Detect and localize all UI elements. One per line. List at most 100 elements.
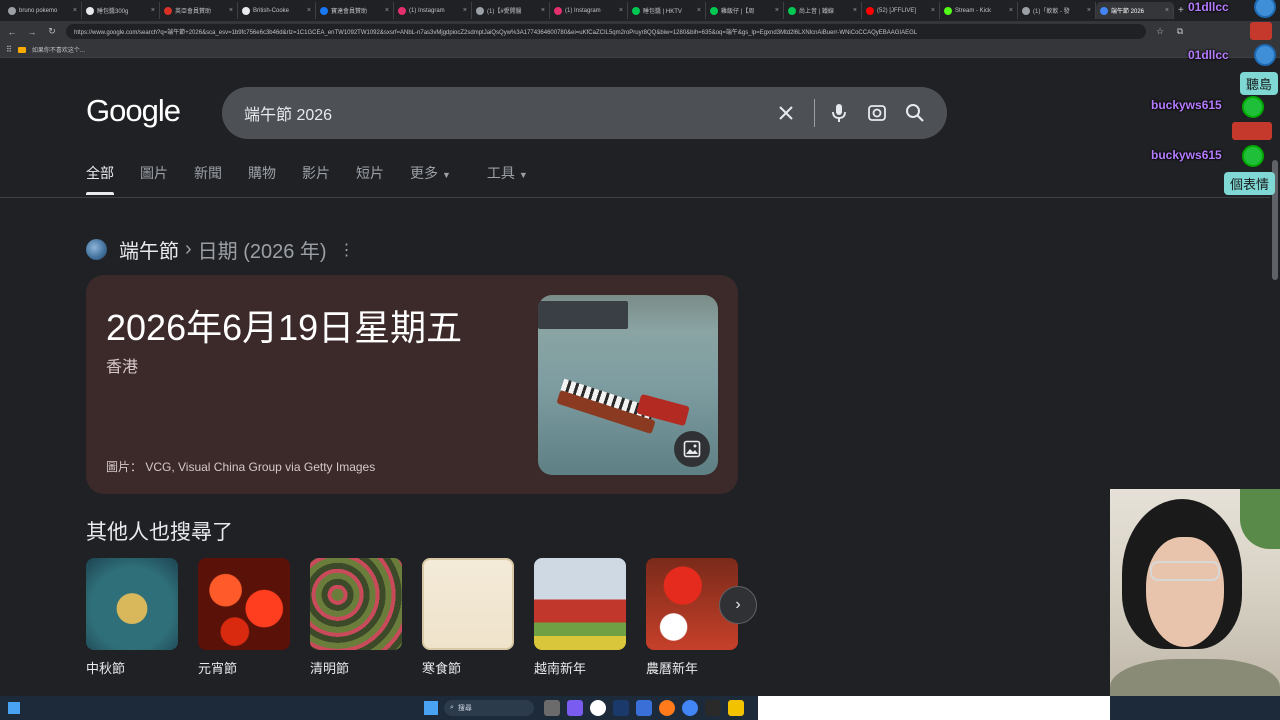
related-item-tet[interactable]: 越南新年 (534, 558, 626, 677)
tab-videos[interactable]: 影片 (302, 163, 330, 195)
close-tab-icon[interactable]: × (853, 7, 857, 14)
more-options-icon[interactable]: ⋮ (339, 240, 355, 260)
folder-icon (17, 46, 26, 53)
browser-tab[interactable]: bruno pokemo × (4, 2, 82, 19)
ferry-shape (538, 301, 628, 329)
favicon-icon (554, 6, 562, 15)
favicon-icon (1100, 6, 1108, 15)
microphone-icon[interactable] (825, 99, 853, 127)
search-input[interactable]: 端午節 2026 (244, 101, 762, 125)
image-icon[interactable] (674, 431, 710, 467)
related-item-cold-food[interactable]: 寒食節 (422, 558, 514, 677)
browser-tab[interactable]: (52) [JFFLIVE] × (862, 2, 940, 19)
favicon-icon (632, 6, 640, 15)
close-tab-icon[interactable]: × (307, 7, 311, 14)
app-icon[interactable] (705, 700, 721, 716)
close-tab-icon[interactable]: × (775, 7, 779, 14)
favicon-icon (788, 6, 796, 15)
browser-tab[interactable]: 寶達會員贊助 × (316, 2, 394, 19)
reload-icon[interactable]: ↻ (46, 26, 58, 37)
browser-tab[interactable]: 尚上音 | 鐵線 × (784, 2, 862, 19)
browser-tab[interactable]: (1)「軟軟 - 發 × (1018, 2, 1096, 19)
google-logo[interactable]: Google (86, 93, 181, 129)
browser-tab[interactable]: (1) Instagram × (550, 2, 628, 19)
breadcrumb-topic[interactable]: 端午節 (119, 235, 179, 264)
browser-tab[interactable]: British-Cooke × (238, 2, 316, 19)
tab-tools-label: 工具 (486, 165, 515, 181)
windows-start-icon[interactable] (424, 701, 438, 715)
browser-tab[interactable]: 睡包醬300g × (82, 2, 160, 19)
chat-app-icon[interactable] (567, 700, 583, 716)
clear-icon[interactable] (772, 99, 800, 127)
browser-tab[interactable]: (1) Instagram × (394, 2, 472, 19)
apps-icon[interactable]: ⠿ (6, 45, 12, 54)
related-thumbnail (310, 558, 402, 650)
lens-icon[interactable] (863, 99, 891, 127)
task-view-icon[interactable] (544, 700, 560, 716)
chat-username: 01dllcc (1188, 48, 1229, 62)
tab-more[interactable]: 更多 ▼ (410, 163, 451, 195)
tab-shopping[interactable]: 購物 (248, 163, 276, 195)
chat-username: 01dllcc (1188, 0, 1229, 14)
taskbar-search[interactable]: ⌕ 搜尋 (444, 700, 534, 716)
back-icon[interactable]: ← (6, 27, 18, 37)
tab-all[interactable]: 全部 (86, 163, 114, 195)
mail-icon[interactable] (636, 700, 652, 716)
close-tab-icon[interactable]: × (931, 7, 935, 14)
browser-tab[interactable]: 睡包醬 | HKTV × (628, 2, 706, 19)
topic-thumbnail[interactable] (86, 239, 107, 260)
header-divider (0, 197, 1270, 198)
dragon-boat-photo[interactable] (538, 295, 718, 475)
tab-tools[interactable]: 工具 ▼ (487, 163, 528, 195)
browser-tab[interactable]: (1)【#愛開醫 × (472, 2, 550, 19)
search-icon[interactable] (901, 99, 929, 127)
breadcrumb: 端午節 › 日期 (2026 年) ⋮ (86, 235, 355, 264)
close-tab-icon[interactable]: × (385, 7, 389, 14)
file-explorer-icon[interactable] (728, 700, 744, 716)
star-badge-icon (1242, 96, 1264, 118)
firefox-icon[interactable] (659, 700, 675, 716)
favicon-icon (866, 6, 874, 15)
browser-tab-bar: bruno pokemo × 睡包醬300g × 英亞會員贊助 × British-Cook… (0, 0, 1280, 21)
favicon-icon (1022, 6, 1030, 15)
search-box[interactable]: 端午節 2026 (222, 87, 947, 139)
chevron-right-icon[interactable]: › (719, 586, 757, 624)
browser-toolbar: ← → ↻ https://www.google.com/search?q=端午… (0, 21, 1280, 42)
taskbar-apps (544, 700, 744, 716)
tab-shorts[interactable]: 短片 (356, 163, 384, 195)
tab-news[interactable]: 新聞 (194, 163, 222, 195)
widgets-icon[interactable] (8, 702, 20, 714)
browser-tab-label: 英亞會員贊助 (175, 9, 212, 15)
crown-badge-icon (1254, 0, 1276, 18)
related-item-qingming[interactable]: 清明節 (310, 558, 402, 677)
browser-tab[interactable]: 雞飯仔 |【周 × (706, 2, 784, 19)
obs-icon[interactable] (590, 700, 606, 716)
close-tab-icon[interactable]: × (463, 7, 467, 14)
close-tab-icon[interactable]: × (697, 7, 701, 14)
browser-tab-label: British-Cooke (253, 7, 290, 14)
steam-icon[interactable] (613, 700, 629, 716)
browser-tab[interactable]: 英亞會員贊助 × (160, 2, 238, 19)
tab-images[interactable]: 圖片 (140, 163, 168, 195)
face-shape (1146, 537, 1224, 647)
bookmark-item[interactable]: 如果你不喜欢这个... (32, 45, 85, 54)
browser-tab[interactable]: Stream - Kick × (940, 2, 1018, 19)
favicon-icon (164, 6, 172, 15)
close-tab-icon[interactable]: × (1009, 7, 1013, 14)
related-item-lantern[interactable]: 元宵節 (198, 558, 290, 677)
favicon-icon (398, 6, 406, 15)
browser-tab-label: 睡包醬300g (97, 9, 129, 15)
close-tab-icon[interactable]: × (73, 7, 77, 14)
related-item-mid-autumn[interactable]: 中秋節 (86, 558, 178, 677)
close-tab-icon[interactable]: × (541, 7, 545, 14)
forward-icon[interactable]: → (26, 27, 38, 37)
chrome-icon[interactable] (682, 700, 698, 716)
close-tab-icon[interactable]: × (1087, 7, 1091, 14)
related-label: 元宵節 (198, 661, 238, 676)
tab-more-label: 更多 (410, 165, 438, 181)
address-bar[interactable]: https://www.google.com/search?q=端午節+2026… (66, 24, 1146, 39)
close-tab-icon[interactable]: × (151, 7, 155, 14)
close-tab-icon[interactable]: × (229, 7, 233, 14)
related-label: 農曆新年 (646, 661, 699, 676)
close-tab-icon[interactable]: × (619, 7, 623, 14)
